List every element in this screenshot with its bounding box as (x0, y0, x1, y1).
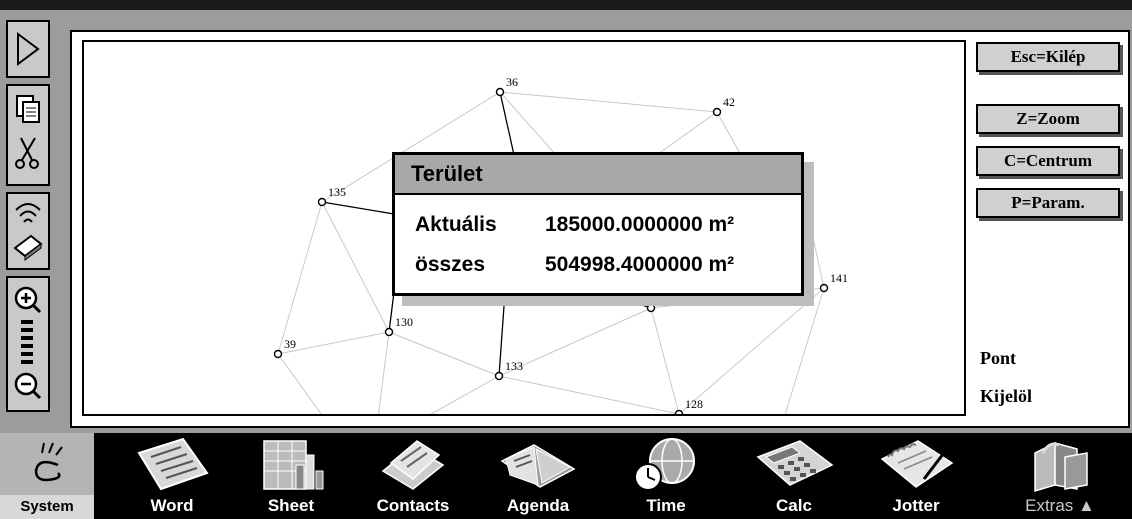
app-label-jotter: Jotter (892, 496, 940, 515)
command-panel: Esc=Kilép Z=Zoom C=Centrum P=Param. Pont… (970, 40, 1122, 416)
point-marker[interactable] (646, 303, 656, 313)
point-marker[interactable] (819, 283, 829, 293)
agenda-book-icon (500, 444, 576, 488)
current-area-value: 185000.0000000 m² (545, 213, 735, 236)
extras-folders-icon (1034, 441, 1088, 493)
infrared-button[interactable] (6, 192, 50, 270)
pont-label: Pont (980, 348, 1016, 368)
current-area-label: Aktuális (415, 213, 497, 236)
zoom-slider[interactable] (6, 276, 50, 412)
point-marker[interactable] (494, 371, 504, 381)
point-marker[interactable] (674, 409, 684, 417)
infrared-beam-icon (13, 203, 43, 261)
total-area-value: 504998.4000000 m² (545, 253, 735, 276)
clipboard-button[interactable] (6, 84, 50, 186)
app-label-extras: Extras ▲ (1025, 496, 1095, 515)
point-label: 135 (328, 185, 346, 199)
point-label: 36 (506, 75, 518, 89)
menu-arrow-button[interactable] (6, 20, 50, 78)
contacts-cards-icon (381, 440, 445, 490)
app-launcher: System Word Sheet Contacts Agenda Time C… (0, 433, 1132, 519)
app-label-system: System (0, 495, 94, 519)
app-agenda[interactable]: Agenda (486, 433, 590, 519)
point-marker[interactable] (317, 197, 327, 207)
app-label-sheet: Sheet (267, 496, 315, 515)
point-marker[interactable] (273, 349, 283, 359)
time-globe-clock-icon (634, 438, 695, 491)
app-label-word: Word (150, 496, 194, 515)
point-label: 42 (723, 95, 735, 109)
screen-frame: 36 42 135 141 32 130 39 133 128 Esc=Kilép Z=Zoom… (0, 0, 1132, 519)
app-label-time: Time (646, 496, 686, 515)
area-dialog: Terület Aktuális 185000.0000000 m² össze… (392, 152, 804, 296)
point-label: 39 (284, 337, 296, 351)
app-extras[interactable]: Extras ▲ (1000, 433, 1120, 519)
point-marker[interactable] (495, 87, 505, 97)
point-label: 141 (830, 271, 848, 285)
center-button[interactable]: C=Centrum (976, 146, 1120, 176)
sheet-chart-icon (263, 440, 324, 490)
zoom-button[interactable]: Z=Zoom (976, 104, 1120, 134)
app-calc[interactable]: Calc (744, 433, 844, 519)
app-system[interactable]: System (0, 433, 94, 519)
app-contacts[interactable]: Contacts (358, 433, 468, 519)
app-word[interactable]: Word (120, 433, 224, 519)
total-area-label: összes (415, 253, 486, 276)
app-label-contacts: Contacts (376, 496, 450, 515)
calculator-icon (756, 440, 834, 486)
app-label-calc: Calc (776, 496, 812, 515)
point-label: 133 (505, 359, 523, 373)
copy-cut-icon (15, 95, 40, 169)
system-swirl-icon (34, 442, 63, 482)
zoom-in-out-icon (14, 286, 42, 400)
jotter-notepad-icon (880, 440, 954, 488)
side-toolbar (0, 14, 58, 434)
param-button[interactable]: P=Param. (976, 188, 1120, 218)
point-marker[interactable] (384, 327, 394, 337)
dialog-title: Terület (395, 155, 801, 195)
word-document-icon (137, 437, 209, 491)
app-label-agenda: Agenda (506, 496, 570, 515)
play-arrow-icon (17, 32, 40, 66)
app-jotter[interactable]: Jotter (866, 433, 966, 519)
point-label: 130 (395, 315, 413, 329)
point-marker[interactable] (712, 107, 722, 117)
esc-exit-button[interactable]: Esc=Kilép (976, 42, 1120, 72)
point-label: 128 (685, 397, 703, 411)
app-time[interactable]: Time (616, 433, 716, 519)
kijelol-label: Kijelöl (980, 386, 1032, 406)
top-band (0, 0, 1132, 10)
app-sheet[interactable]: Sheet (246, 433, 336, 519)
